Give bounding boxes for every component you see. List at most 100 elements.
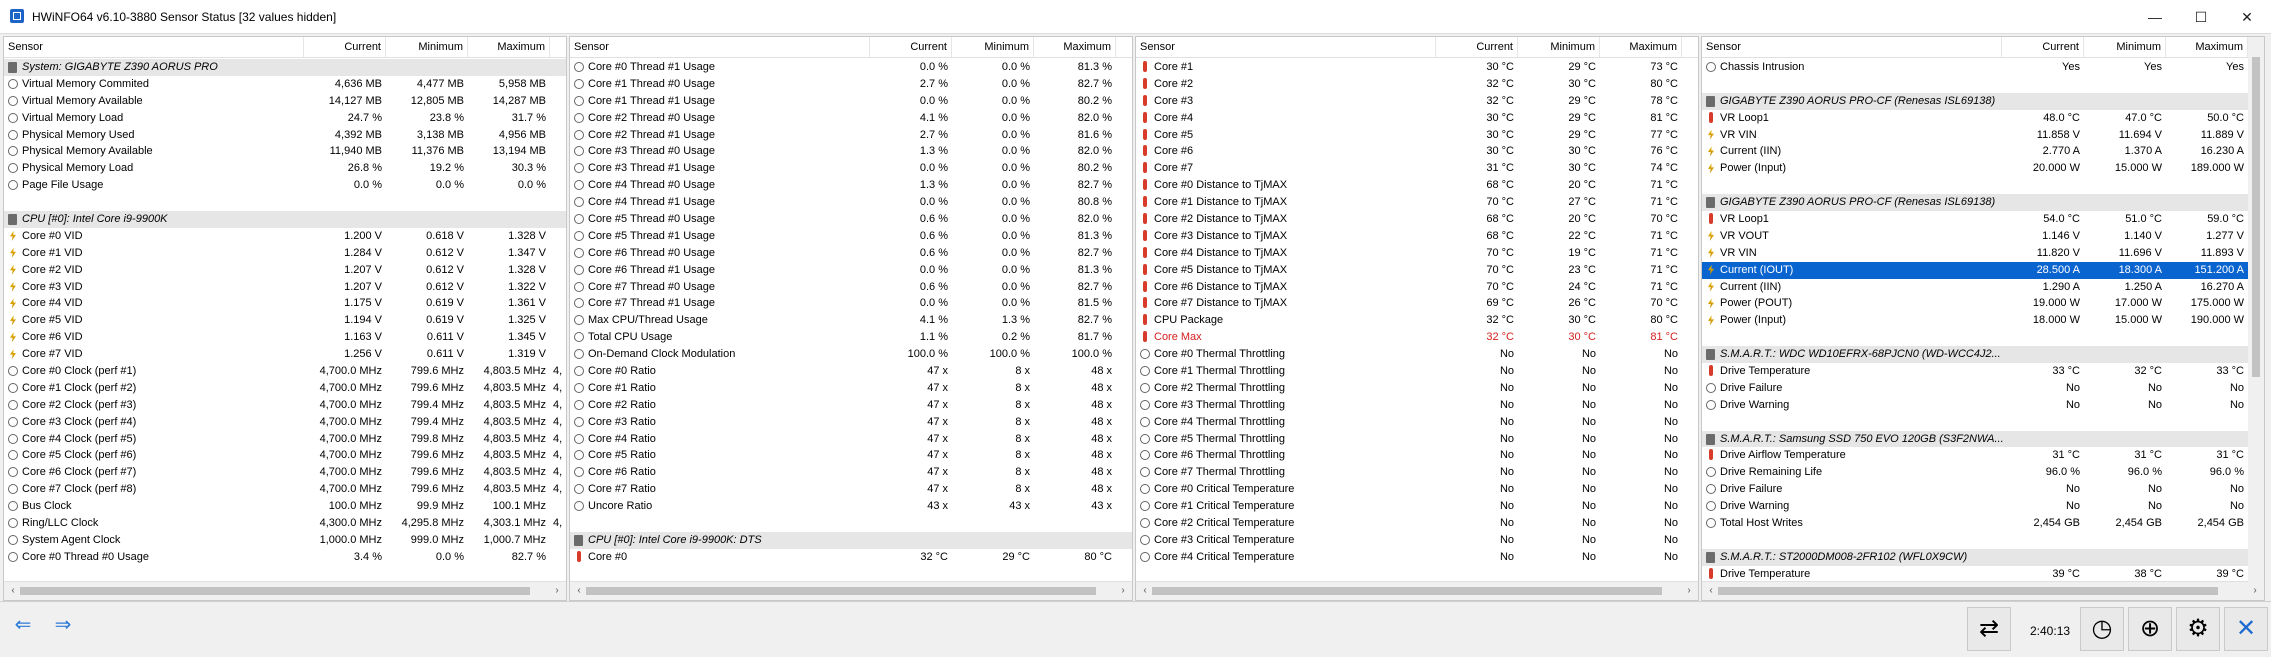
scroll-right-icon[interactable]: ›: [1682, 584, 1696, 598]
sensor-row[interactable]: VR Loop1 48.0 °C 47.0 °C 50.0 °C: [1702, 110, 2264, 127]
sensor-row[interactable]: Core #7 Distance to TjMAX 69 °C 26 °C 70 °C: [1136, 295, 1698, 312]
sensor-panel-4[interactable]: Sensor Current Minimum Maximum Chassis Intru…: [1701, 36, 2265, 601]
sensor-row[interactable]: Virtual Memory Commited 4,636 MB 4,477 MB 5…: [4, 76, 566, 93]
horizontal-scrollbar[interactable]: ‹ ›: [1702, 581, 2264, 600]
sensor-group-header[interactable]: GIGABYTE Z390 AORUS PRO-CF (Renesas ISL6…: [1702, 92, 2264, 110]
sensor-row[interactable]: Core #0 Clock (perf #1) 4,700.0 MHz 799.6 …: [4, 363, 566, 380]
column-current[interactable]: Current: [2002, 37, 2084, 57]
sensor-row[interactable]: Core #4 Clock (perf #5) 4,700.0 MHz 799.8 …: [4, 431, 566, 448]
sensor-row[interactable]: Core #4 Ratio 47 x 8 x 48 x: [570, 431, 1132, 448]
sensor-row[interactable]: Core #1 Thermal Throttling No No No: [1136, 363, 1698, 380]
horizontal-scrollbar[interactable]: ‹ ›: [4, 581, 566, 600]
scroll-left-icon[interactable]: ‹: [6, 584, 20, 598]
column-minimum[interactable]: Minimum: [1518, 37, 1600, 57]
sensor-row[interactable]: Core #5 30 °C 29 °C 77 °C: [1136, 127, 1698, 144]
sensor-row[interactable]: Core #0 VID 1.200 V 0.618 V 1.328 V: [4, 228, 566, 245]
sensor-row[interactable]: Core #0 Thermal Throttling No No No: [1136, 346, 1698, 363]
sensor-row[interactable]: Core #0 32 °C 29 °C 80 °C: [570, 549, 1132, 566]
sensor-row[interactable]: Core #1 VID 1.284 V 0.612 V 1.347 V: [4, 245, 566, 262]
sensor-row[interactable]: Core #6 Thread #0 Usage 0.6 % 0.0 % 82.7 %: [570, 245, 1132, 262]
sensor-row[interactable]: Physical Memory Used 4,392 MB 3,138 MB 4,95…: [4, 127, 566, 144]
network-icon[interactable]: ⇄: [1967, 607, 2011, 651]
sensor-row[interactable]: Drive Temperature 33 °C 32 °C 33 °C: [1702, 363, 2264, 380]
sensor-row[interactable]: Core #6 Ratio 47 x 8 x 48 x: [570, 464, 1132, 481]
column-maximum[interactable]: Maximum: [468, 37, 550, 57]
column-maximum[interactable]: Maximum: [1600, 37, 1682, 57]
sensor-row[interactable]: Power (Input) 18.000 W 15.000 W 190.000 W: [1702, 312, 2264, 329]
sensor-row[interactable]: Core #2 Critical Temperature No No No: [1136, 515, 1698, 532]
sensor-row[interactable]: Chassis Intrusion Yes Yes Yes: [1702, 59, 2264, 76]
close-sensors-button[interactable]: ✕: [2224, 607, 2268, 651]
column-sensor[interactable]: Sensor: [4, 37, 304, 57]
sensor-group-header[interactable]: System: GIGABYTE Z390 AORUS PRO: [4, 59, 566, 76]
sensor-row[interactable]: Power (POUT) 19.000 W 17.000 W 175.000 W: [1702, 295, 2264, 312]
sensor-row[interactable]: Drive Temperature 39 °C 38 °C 39 °C: [1702, 566, 2264, 582]
sensor-row[interactable]: Current (IIN) 1.290 A 1.250 A 16.270 A: [1702, 279, 2264, 296]
sensor-row[interactable]: Core #5 Thread #1 Usage 0.6 % 0.0 % 81.3 %: [570, 228, 1132, 245]
sensor-row[interactable]: Drive Warning No No No: [1702, 397, 2264, 414]
sensor-row[interactable]: Core #0 Thread #0 Usage 3.4 % 0.0 % 82.7 %: [4, 549, 566, 566]
sensor-row[interactable]: Virtual Memory Available 14,127 MB 12,805 …: [4, 93, 566, 110]
sensor-row[interactable]: Core #6 Thermal Throttling No No No: [1136, 447, 1698, 464]
scroll-right-icon[interactable]: ›: [550, 584, 564, 598]
sensor-row[interactable]: Core #1 Thread #1 Usage 0.0 % 0.0 % 80.2 %: [570, 93, 1132, 110]
sensor-row[interactable]: Core #0 Ratio 47 x 8 x 48 x: [570, 363, 1132, 380]
column-sensor[interactable]: Sensor: [1702, 37, 2002, 57]
sensor-group-header[interactable]: S.M.A.R.T.: WDC WD10EFRX-68PJCN0 (WD-WCC…: [1702, 346, 2264, 364]
sensor-row[interactable]: Core #0 Distance to TjMAX 68 °C 20 °C 71 °C: [1136, 177, 1698, 194]
sensor-row[interactable]: Max CPU/Thread Usage 4.1 % 1.3 % 82.7 %: [570, 312, 1132, 329]
sensor-row[interactable]: Total CPU Usage 1.1 % 0.2 % 81.7 %: [570, 329, 1132, 346]
sensor-row[interactable]: Core #0 Thread #1 Usage 0.0 % 0.0 % 81.3 %: [570, 59, 1132, 76]
sensor-row[interactable]: Virtual Memory Load 24.7 % 23.8 % 31.7 %: [4, 110, 566, 127]
sensor-row[interactable]: Core #3 Thread #0 Usage 1.3 % 0.0 % 82.0 %: [570, 143, 1132, 160]
nav-back-button[interactable]: ⇐: [6, 610, 40, 640]
sensor-row[interactable]: On-Demand Clock Modulation 100.0 % 100.0 %…: [570, 346, 1132, 363]
sensor-row[interactable]: Page File Usage 0.0 % 0.0 % 0.0 %: [4, 177, 566, 194]
sensor-row[interactable]: Core #7 Thermal Throttling No No No: [1136, 464, 1698, 481]
sensor-row[interactable]: Core #5 Ratio 47 x 8 x 48 x: [570, 447, 1132, 464]
scroll-right-icon[interactable]: ›: [1116, 584, 1130, 598]
sensor-row[interactable]: Core #6 Clock (perf #7) 4,700.0 MHz 799.6 …: [4, 464, 566, 481]
sensor-row[interactable]: Core #3 VID 1.207 V 0.612 V 1.322 V: [4, 279, 566, 296]
sensor-row[interactable]: Total Host Writes 2,454 GB 2,454 GB 2,454 G…: [1702, 515, 2264, 532]
sensor-row[interactable]: Core #2 Ratio 47 x 8 x 48 x: [570, 397, 1132, 414]
sensor-row[interactable]: Core #3 Ratio 47 x 8 x 48 x: [570, 414, 1132, 431]
settings-gear-icon[interactable]: ⚙: [2176, 607, 2220, 651]
sensor-panel-3[interactable]: Sensor Current Minimum Maximum Core #1 30 °C 2…: [1135, 36, 1699, 601]
nav-forward-button[interactable]: ⇒: [46, 610, 80, 640]
sensor-row[interactable]: Core #3 32 °C 29 °C 78 °C: [1136, 93, 1698, 110]
sensor-row[interactable]: Drive Failure No No No: [1702, 380, 2264, 397]
sensor-row[interactable]: Core #7 Thread #1 Usage 0.0 % 0.0 % 81.5 %: [570, 295, 1132, 312]
sensor-row[interactable]: Current (IIN) 2.770 A 1.370 A 16.230 A: [1702, 143, 2264, 160]
sensor-row[interactable]: Core #6 VID 1.163 V 0.611 V 1.345 V: [4, 329, 566, 346]
close-window-button[interactable]: ✕: [2224, 0, 2270, 34]
scroll-thumb[interactable]: [1718, 587, 2218, 595]
sensor-row[interactable]: Core #1 Ratio 47 x 8 x 48 x: [570, 380, 1132, 397]
sensor-row[interactable]: Core #1 Thread #0 Usage 2.7 % 0.0 % 82.7 %: [570, 76, 1132, 93]
column-sensor[interactable]: Sensor: [570, 37, 870, 57]
sensor-row[interactable]: Core #1 30 °C 29 °C 73 °C: [1136, 59, 1698, 76]
sensor-row[interactable]: Core #6 30 °C 30 °C 76 °C: [1136, 143, 1698, 160]
sensor-row[interactable]: VR VOUT 1.146 V 1.140 V 1.277 V: [1702, 228, 2264, 245]
sensor-row[interactable]: Core #2 Clock (perf #3) 4,700.0 MHz 799.4 …: [4, 397, 566, 414]
horizontal-scrollbar[interactable]: ‹ ›: [1136, 581, 1698, 600]
sensor-row[interactable]: Core #6 Thread #1 Usage 0.0 % 0.0 % 81.3 %: [570, 262, 1132, 279]
sensor-row[interactable]: Core #2 Thermal Throttling No No No: [1136, 380, 1698, 397]
scroll-left-icon[interactable]: ‹: [572, 584, 586, 598]
sensor-row[interactable]: Drive Remaining Life 96.0 % 96.0 % 96.0 %: [1702, 464, 2264, 481]
scroll-thumb[interactable]: [586, 587, 1096, 595]
sensor-row[interactable]: System Agent Clock 1,000.0 MHz 999.0 MHz 1,…: [4, 532, 566, 549]
sensor-row[interactable]: Core #7 VID 1.256 V 0.611 V 1.319 V: [4, 346, 566, 363]
sensor-row[interactable]: Core #5 Distance to TjMAX 70 °C 23 °C 71 °C: [1136, 262, 1698, 279]
scroll-thumb[interactable]: [20, 587, 530, 595]
sensor-row[interactable]: VR VIN 11.820 V 11.696 V 11.893 V: [1702, 245, 2264, 262]
sensor-row[interactable]: Current (IOUT) 28.500 A 18.300 A 151.200 A: [1702, 261, 2264, 279]
sensor-row[interactable]: Physical Memory Load 26.8 % 19.2 % 30.3 %: [4, 160, 566, 177]
sensor-row[interactable]: Core #4 Thread #1 Usage 0.0 % 0.0 % 80.8 %: [570, 194, 1132, 211]
scroll-thumb[interactable]: [1152, 587, 1662, 595]
sensor-row[interactable]: Core #4 VID 1.175 V 0.619 V 1.361 V: [4, 295, 566, 312]
scroll-right-icon[interactable]: ›: [2248, 584, 2262, 598]
sensor-panel-1[interactable]: Sensor Current Minimum Maximum System: GIGAB…: [3, 36, 567, 601]
vertical-scrollbar[interactable]: [2248, 37, 2264, 582]
sensor-row[interactable]: VR Loop1 54.0 °C 51.0 °C 59.0 °C: [1702, 211, 2264, 228]
